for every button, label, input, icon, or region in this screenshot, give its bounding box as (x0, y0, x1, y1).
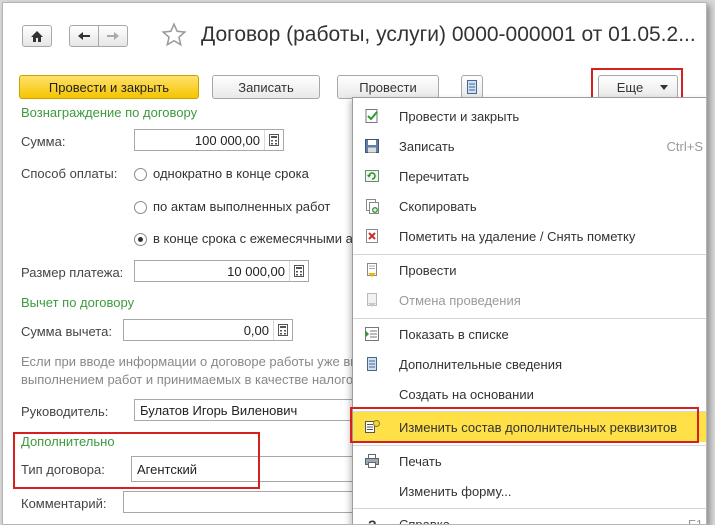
menu-item-print[interactable]: Печать (353, 446, 707, 476)
star-icon[interactable] (161, 22, 187, 48)
sum-field[interactable]: 100 000,00 (134, 129, 284, 151)
arrow-right-icon (106, 31, 120, 41)
menu-item-create-based-on[interactable]: Создать на основании (353, 379, 707, 409)
payment-size-label: Размер платежа: (21, 265, 123, 280)
menu-item-label: Изменить форму... (399, 484, 512, 499)
post-close-icon (364, 108, 380, 124)
payment-option-monthly: в конце срока с ежемесячными а (153, 231, 353, 246)
menu-item-shortcut: F1 (688, 517, 703, 525)
forward-button[interactable] (98, 25, 128, 47)
menu-item-label: Создать на основании (399, 387, 534, 402)
unpost-icon (364, 292, 380, 308)
payment-option-once: однократно в конце срока (153, 166, 309, 181)
menu-item-delete-mark[interactable]: Пометить на удаление / Снять пометку (353, 221, 707, 251)
menu-item-label: Записать (399, 139, 455, 154)
copy-icon (364, 198, 380, 214)
hint-text-line1: Если при вводе информации о договоре раб… (21, 354, 360, 369)
menu-item-save[interactable]: Записать Ctrl+S (353, 131, 707, 161)
radio-payment-monthly[interactable] (134, 233, 147, 246)
home-icon (30, 30, 44, 43)
calculator-icon[interactable] (289, 261, 308, 281)
menu-item-label: Скопировать (399, 199, 477, 214)
menu-item-label: Печать (399, 454, 442, 469)
hint-text-line2: выполнением работ и принимаемых в качест… (21, 372, 353, 387)
manager-label: Руководитель: (21, 404, 108, 419)
menu-item-copy[interactable]: Скопировать (353, 191, 707, 221)
additional-info-icon (364, 356, 380, 372)
menu-item-post-close[interactable]: Провести и закрыть (353, 101, 707, 131)
menu-item-label: Пометить на удаление / Снять пометку (399, 229, 635, 244)
save-button[interactable]: Записать (212, 75, 320, 99)
show-in-list-icon (364, 326, 380, 342)
back-button[interactable] (69, 25, 99, 47)
arrow-left-icon (77, 31, 91, 41)
home-button[interactable] (22, 25, 52, 47)
sum-label: Сумма: (21, 134, 65, 149)
menu-item-label: Показать в списке (399, 327, 509, 342)
menu-item-label: Провести и закрыть (399, 109, 519, 124)
more-dropdown-menu: Провести и закрыть Записать Ctrl+S Переч… (352, 97, 707, 525)
radio-payment-acts[interactable] (134, 201, 147, 214)
delete-mark-icon (364, 228, 380, 244)
menu-item-label: Провести (399, 263, 457, 278)
reread-icon (364, 168, 380, 184)
post-icon (364, 262, 380, 278)
svg-text:?: ? (368, 517, 377, 525)
menu-item-unpost: Отмена проведения (353, 285, 707, 315)
list-view-button[interactable] (461, 75, 483, 99)
menu-item-additional-info[interactable]: Дополнительные сведения (353, 349, 707, 379)
radio-payment-once[interactable] (134, 168, 147, 181)
deduction-section-title: Вычет по договору (21, 295, 134, 310)
menu-item-label: Перечитать (399, 169, 469, 184)
document-window: Договор (работы, услуги) 0000-000001 от … (2, 2, 707, 525)
edit-attributes-callout (350, 407, 699, 443)
payment-size-value: 10 000,00 (135, 264, 289, 279)
manager-value: Булатов Игорь Виленович (135, 403, 363, 418)
menu-item-reread[interactable]: Перечитать (353, 161, 707, 191)
post-and-close-button[interactable]: Провести и закрыть (19, 75, 199, 99)
menu-item-label: Отмена проведения (399, 293, 521, 308)
payment-size-field[interactable]: 10 000,00 (134, 260, 309, 282)
help-icon: ? (364, 516, 380, 525)
menu-item-shortcut: Ctrl+S (667, 139, 703, 154)
print-icon (364, 453, 380, 469)
post-button[interactable]: Провести (337, 75, 439, 99)
save-disk-icon (364, 138, 380, 154)
menu-item-show-in-list[interactable]: Показать в списке (353, 319, 707, 349)
deduction-value: 0,00 (124, 323, 273, 338)
calculator-icon[interactable] (273, 320, 292, 340)
remuneration-section-title: Вознаграждение по договору (21, 105, 197, 120)
menu-item-label: Справка (399, 517, 450, 525)
comment-field[interactable] (123, 491, 363, 513)
comment-label: Комментарий: (21, 496, 107, 511)
menu-item-post[interactable]: Провести (353, 255, 707, 285)
page-title: Договор (работы, услуги) 0000-000001 от … (201, 23, 696, 47)
menu-item-label: Дополнительные сведения (399, 357, 562, 372)
payment-option-acts: по актам выполненных работ (153, 199, 330, 214)
deduction-label: Сумма вычета: (21, 324, 112, 339)
calculator-icon[interactable] (264, 130, 283, 150)
payment-method-label: Способ оплаты: (21, 166, 117, 181)
additional-section-callout (13, 432, 260, 489)
deduction-field[interactable]: 0,00 (123, 319, 293, 341)
menu-item-change-form[interactable]: Изменить форму... (353, 476, 707, 506)
manager-field[interactable]: Булатов Игорь Виленович (134, 399, 364, 421)
list-icon (467, 80, 477, 94)
sum-value: 100 000,00 (135, 133, 264, 148)
